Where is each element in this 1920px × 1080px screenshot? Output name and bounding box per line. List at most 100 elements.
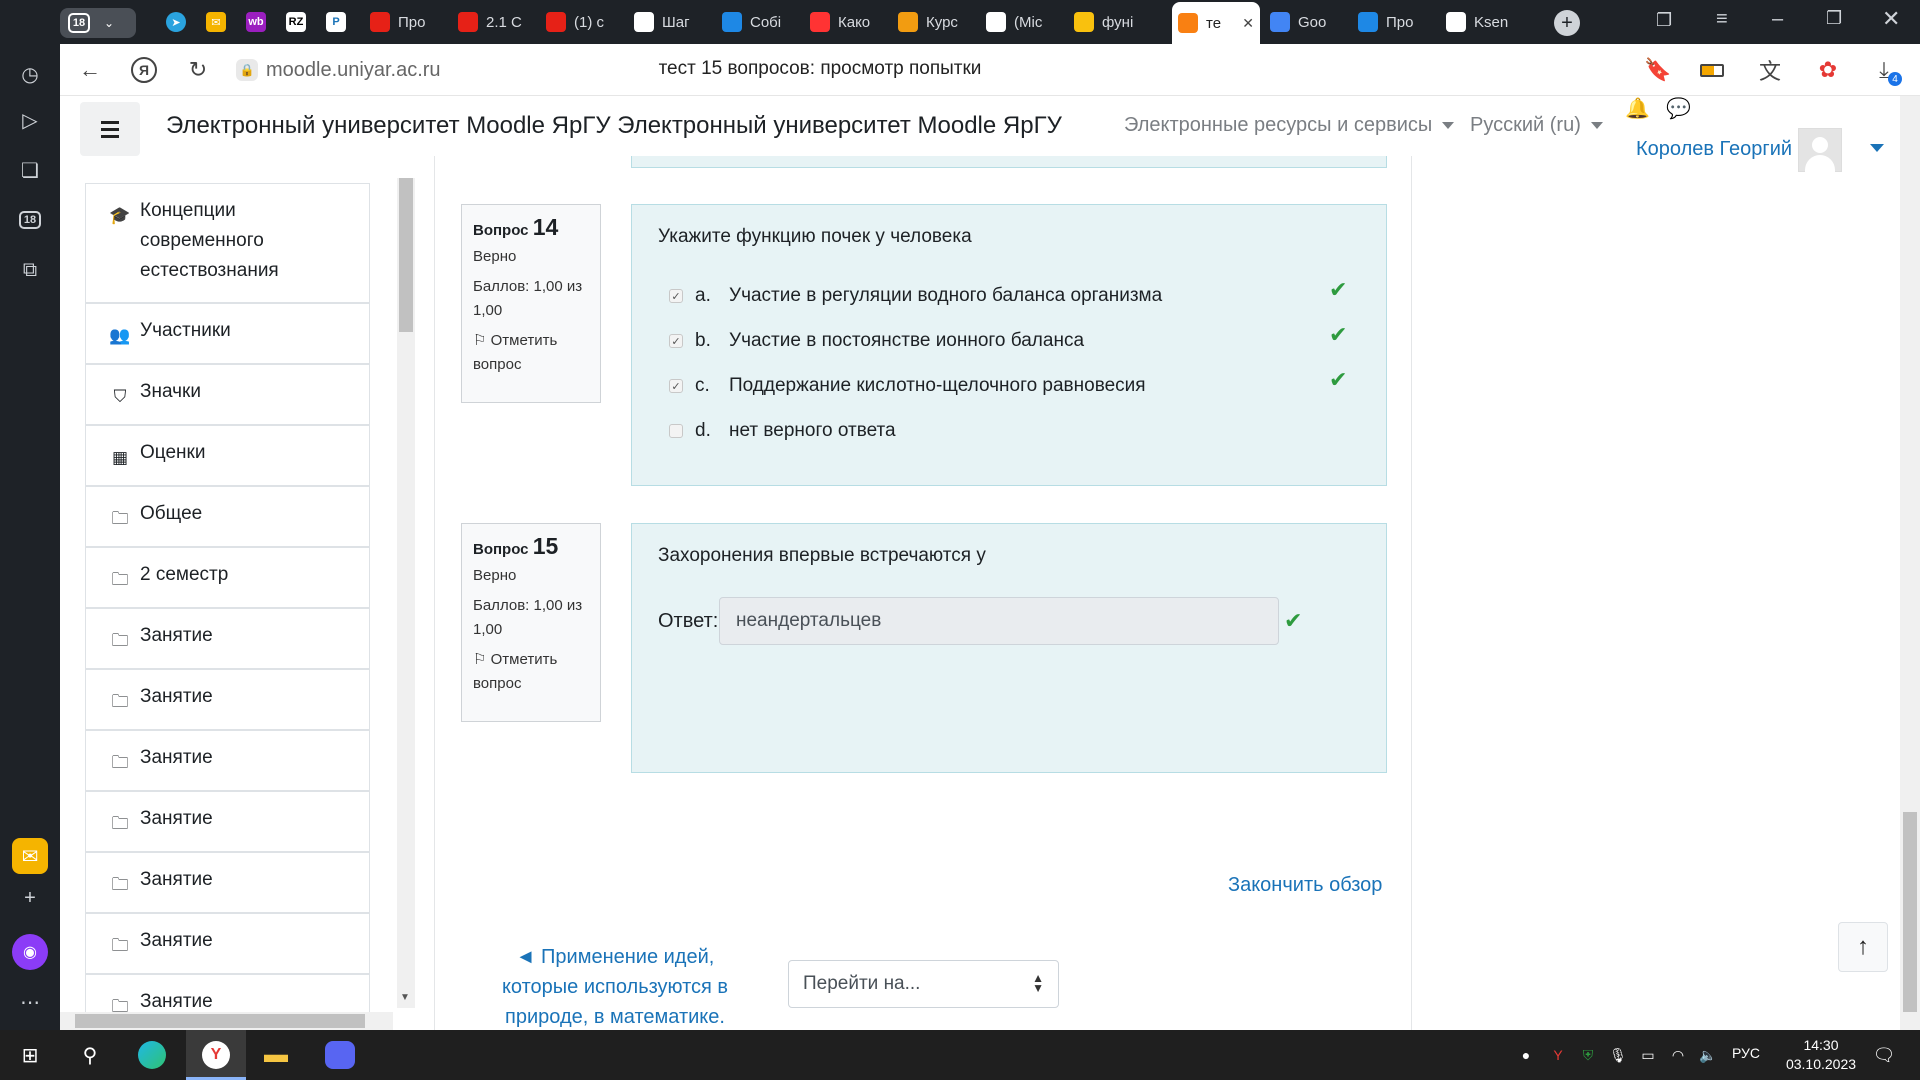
browser-tab[interactable]: Собі: [716, 6, 798, 38]
pinned-tab-rz[interactable]: RZ: [280, 6, 312, 38]
drawer-item[interactable]: 🗀 Общее: [85, 486, 370, 547]
download-icon[interactable]: ⤓ 4: [1868, 54, 1902, 86]
tabs-icon[interactable]: 18: [12, 202, 48, 238]
browser-tab[interactable]: Про: [1352, 6, 1434, 38]
drawer-item[interactable]: 🗀 Занятие: [85, 791, 370, 852]
download-badge: 4: [1888, 72, 1902, 86]
drawer-horizontal-scrollbar-thumb[interactable]: [75, 1014, 365, 1028]
pinned-tab-wb[interactable]: wb: [240, 6, 272, 38]
previous-activity-link[interactable]: ◄ Применение идей, которые используются …: [480, 942, 750, 1032]
language-indicator[interactable]: РУС: [1732, 1045, 1760, 1061]
alice-icon[interactable]: ◉: [12, 934, 48, 970]
drawer-item[interactable]: 🗀 Занятие: [85, 730, 370, 791]
question-info-14: Вопрос 14 Верно Баллов: 1,00 из 1,00 ⚐ О…: [461, 204, 601, 403]
translate-icon[interactable]: 文: [1754, 54, 1786, 86]
collections-icon[interactable]: ❏: [12, 152, 48, 188]
drawer-item[interactable]: 🗀 2 семестр: [85, 547, 370, 608]
browser-tab-label: Како: [838, 13, 871, 31]
drawer-item[interactable]: 🎓 Концепции современного естествознания: [85, 183, 370, 303]
browser-tab[interactable]: Goo: [1264, 6, 1346, 38]
caret-down-icon: [1442, 122, 1455, 130]
resources-menu[interactable]: Электронные ресурсы и сервисы: [1124, 114, 1455, 137]
pinned-tab-telegram[interactable]: ➤: [160, 6, 192, 38]
history-icon[interactable]: ◷: [12, 56, 48, 92]
jump-to-select[interactable]: Перейти на... ▲ ▼: [788, 960, 1059, 1008]
new-tab-button[interactable]: +: [1554, 10, 1580, 36]
bookmark-icon[interactable]: 🔖: [1642, 54, 1674, 86]
extension-icon[interactable]: ✿: [1812, 54, 1844, 86]
browser-tab[interactable]: (Mic: [980, 6, 1062, 38]
document-icon: [986, 12, 1006, 32]
scroll-down-arrow-icon[interactable]: ▼: [400, 992, 410, 1003]
menu-icon[interactable]: ≡: [1716, 8, 1728, 31]
language-menu[interactable]: Русский ‎(ru)‎: [1470, 114, 1603, 137]
drawer-item[interactable]: ⛉ Значки: [85, 364, 370, 425]
minimize-icon[interactable]: –: [1772, 8, 1783, 31]
browser-tab[interactable]: Про: [364, 6, 446, 38]
close-window-icon[interactable]: ✕: [1882, 6, 1900, 32]
windows-start-icon[interactable]: ⊞: [12, 1037, 48, 1073]
clock[interactable]: 14:30 03.10.2023: [1776, 1036, 1866, 1074]
battery-icon[interactable]: [1696, 54, 1728, 86]
browser-tab[interactable]: фуні: [1068, 6, 1150, 38]
finish-review-link[interactable]: Закончить обзор: [1228, 874, 1382, 897]
back-icon[interactable]: ←: [74, 54, 106, 86]
user-menu-caret-icon[interactable]: [1870, 144, 1884, 152]
more-icon[interactable]: ⋯: [12, 984, 48, 1020]
browser-tab[interactable]: Како: [804, 6, 886, 38]
close-tab-icon[interactable]: ✕: [1242, 15, 1254, 32]
browser-tab[interactable]: Курс: [892, 6, 974, 38]
search-icon[interactable]: ⚲: [72, 1037, 108, 1073]
file-explorer-icon[interactable]: ▬: [258, 1037, 294, 1073]
browser-tab[interactable]: 2.1 С: [452, 6, 534, 38]
notifications-icon[interactable]: 🗨: [1866, 1037, 1902, 1073]
page-title: тест 15 вопросов: просмотр попытки: [658, 58, 982, 79]
notification-bell-icon[interactable]: 🔔: [1625, 96, 1650, 121]
browser-tab[interactable]: Шаг: [628, 6, 710, 38]
drawer-item[interactable]: 🗀 Занятие: [85, 669, 370, 730]
volume-icon[interactable]: 🔈: [1690, 1037, 1726, 1073]
tray-app-icon[interactable]: ●: [1508, 1037, 1544, 1073]
user-avatar[interactable]: [1798, 128, 1842, 173]
drawer-item[interactable]: 🗀 Занятие: [85, 852, 370, 913]
site-brand[interactable]: Электронный университет Moodle ЯрГУ Элек…: [166, 112, 1062, 140]
restore-icon[interactable]: ❐: [1826, 8, 1842, 29]
tab-list-icon[interactable]: ❐: [1656, 10, 1672, 31]
screenshot-icon[interactable]: ⧉: [12, 252, 48, 288]
moodle-icon: [1178, 13, 1198, 33]
flag-question-link[interactable]: ⚐ Отметить вопрос: [473, 648, 589, 696]
checkbox-checked: ✓: [669, 289, 683, 303]
drawer-item[interactable]: ▦ Оценки: [85, 425, 370, 486]
pinned-tab-mail[interactable]: ✉: [200, 6, 232, 38]
flag-question-label: Отметить вопрос: [473, 651, 558, 692]
image-icon: [1074, 12, 1094, 32]
reload-icon[interactable]: ↻: [182, 54, 214, 86]
messages-icon[interactable]: 💬: [1666, 96, 1691, 121]
answer-text: Участие в регуляции водного баланса орга…: [729, 285, 1163, 306]
back-to-top-button[interactable]: ↑: [1838, 922, 1888, 972]
browser-tab[interactable]: те ✕: [1172, 2, 1260, 44]
edge-icon[interactable]: [134, 1037, 170, 1073]
question-info-15: Вопрос 15 Верно Баллов: 1,00 из 1,00 ⚐ О…: [461, 523, 601, 722]
drawer-item[interactable]: 🗀 Занятие: [85, 608, 370, 669]
yandex-logo-icon[interactable]: Я: [128, 54, 160, 86]
browser-tab[interactable]: Ksen: [1440, 6, 1522, 38]
drawer-item[interactable]: 👥 Участники: [85, 303, 370, 364]
pinned-tab-p[interactable]: P: [320, 6, 352, 38]
drawer-scrollbar-thumb[interactable]: [399, 178, 413, 332]
answer-field[interactable]: неандертальцев: [719, 597, 1279, 645]
browser-tab-label: (1) с: [574, 13, 604, 31]
video-icon[interactable]: ▷: [12, 102, 48, 138]
mail-app-icon[interactable]: ✉: [12, 838, 48, 874]
browser-tab[interactable]: (1) с: [540, 6, 622, 38]
user-name[interactable]: Королев Георгий: [1636, 138, 1792, 161]
drawer-item[interactable]: 🗀 Занятие: [85, 913, 370, 974]
page-scrollbar-thumb[interactable]: [1903, 812, 1917, 1012]
discord-icon[interactable]: [322, 1037, 358, 1073]
tab-counter[interactable]: 18 ⌄: [60, 8, 136, 38]
flag-question-link[interactable]: ⚐ Отметить вопрос: [473, 329, 589, 377]
checkbox-checked: ✓: [669, 379, 683, 393]
hamburger-menu-button[interactable]: [80, 102, 140, 156]
yandex-browser-icon[interactable]: Y: [198, 1037, 234, 1073]
add-app-icon[interactable]: +: [12, 880, 48, 916]
